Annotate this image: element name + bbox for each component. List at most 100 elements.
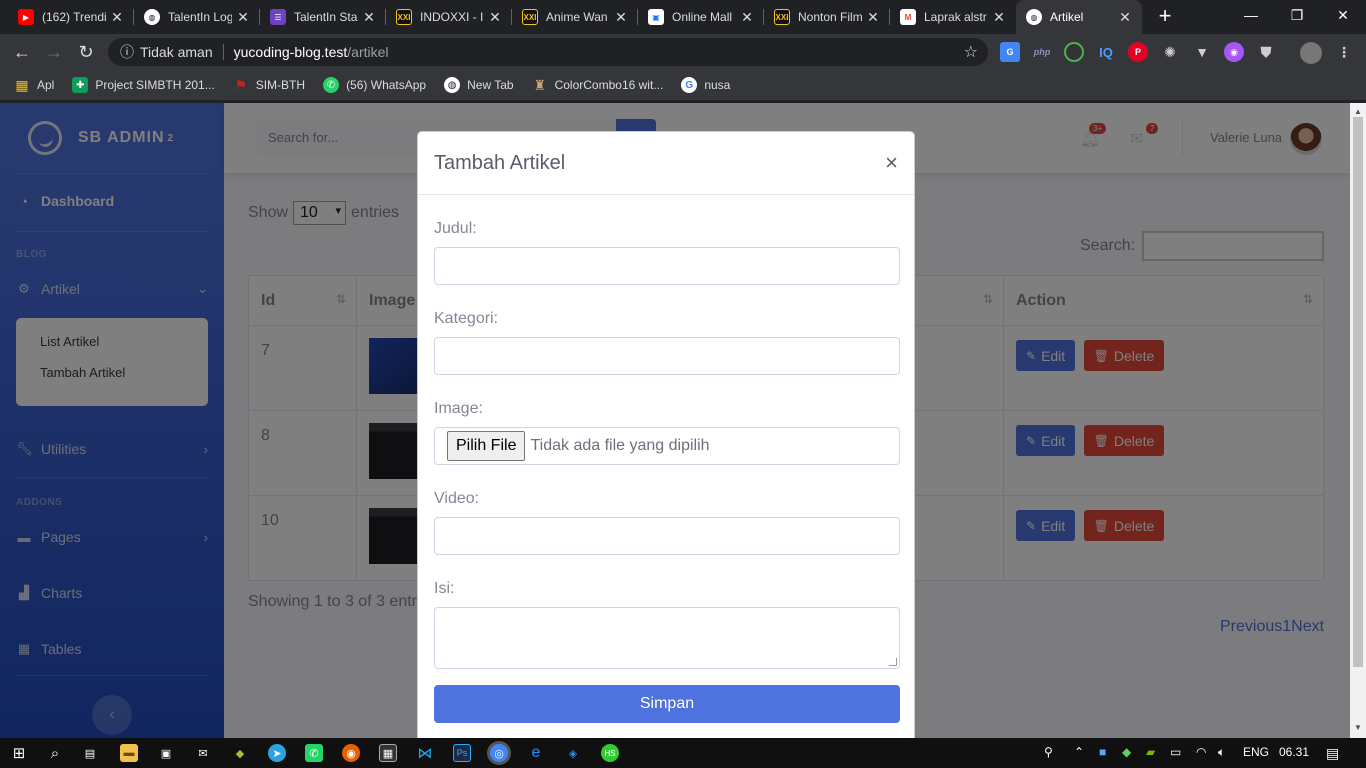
simpan-button[interactable]: Simpan [434,685,900,723]
close-icon[interactable]: ✕ [1118,9,1132,26]
volume-icon[interactable]: 🔈︎ [1218,745,1225,760]
telegram-icon[interactable]: ➤ [268,744,286,762]
tab-strip: ▶ (162) Trendi ✕ ◍ TalentIn Log ✕ ☰ TalentIn … [0,0,1366,34]
photoshop-icon[interactable]: Ps [453,744,471,762]
hs-app-icon[interactable]: HS [601,744,619,762]
info-icon[interactable]: ⓘ [120,42,134,62]
bookmark-apl[interactable]: ▦ Apl [14,77,54,93]
clock[interactable]: 06.31 [1279,745,1309,759]
tab-talentin-sta[interactable]: ☰ TalentIn Sta ✕ [260,0,386,34]
people-icon[interactable]: ⚲ [1044,745,1053,759]
close-icon[interactable]: ✕ [866,9,880,26]
whatsapp-icon[interactable]: ✆ [305,744,323,762]
bookmark-nusa[interactable]: Gnusa [681,77,730,93]
isi-textarea[interactable] [434,607,900,669]
tab-anime[interactable]: XXI Anime Wan ✕ [512,0,638,34]
tray-network-app-icon[interactable]: ◆ [1122,745,1131,759]
app-icon[interactable]: ◈ [564,744,582,762]
profile-avatar-icon[interactable] [1300,42,1322,64]
tab-youtube[interactable]: ▶ (162) Trendi ✕ [8,0,134,34]
window-close-button[interactable]: ✕ [1320,0,1366,32]
tray-chevron-up-icon[interactable]: ⌃ [1074,745,1084,759]
tab-nonton-film[interactable]: XXI Nonton Film ✕ [764,0,890,34]
tray-app-icon[interactable]: ■ [1099,745,1106,759]
vscode-icon[interactable]: ⋈ [416,744,434,762]
xxi-icon: XXI [774,9,790,25]
bookmark-whatsapp[interactable]: ✆ (56) WhatsApp [323,77,426,93]
address-bar[interactable]: ⓘ Tidak aman yucoding-blog.test/artikel … [108,38,988,66]
xxi-icon: XXI [396,9,412,25]
file-status: Tidak ada file yang dipilih [530,437,710,454]
close-icon[interactable]: ✕ [614,9,628,26]
scroll-down-icon[interactable]: ▼ [1354,723,1362,732]
chrome-icon[interactable]: ◎ [490,744,508,762]
search-icon[interactable]: ⌕ [46,744,64,762]
close-icon[interactable]: ✕ [110,9,124,26]
close-icon[interactable]: ✕ [362,9,376,26]
xxi-icon: XXI [522,9,538,25]
vue-extension-icon[interactable]: ▼ [1192,42,1212,62]
kategori-input[interactable] [434,337,900,375]
back-button[interactable]: ← [8,38,36,66]
sheets-icon: ✚ [72,77,89,93]
iq-extension-icon[interactable]: IQ [1096,42,1116,62]
tab-online-mall[interactable]: ▣ Online Mall ✕ [638,0,764,34]
store-icon[interactable]: ▣ [157,744,175,762]
php-extension-icon[interactable]: php [1032,42,1052,62]
page-scrollbar[interactable]: ▲ ▼ [1350,103,1366,738]
tab-gmail[interactable]: M Laprak alstr ✕ [890,0,1016,34]
mail-icon[interactable]: ✉ [194,744,212,762]
tab-artikel[interactable]: ◍ Artikel ✕ [1016,0,1142,34]
close-icon[interactable]: × [885,150,898,176]
scroll-up-icon[interactable]: ▲ [1354,107,1362,116]
nvidia-icon[interactable]: ▰ [1146,745,1155,759]
close-icon[interactable]: ✕ [488,9,502,26]
tab-talentin-log[interactable]: ◍ TalentIn Log ✕ [134,0,260,34]
judul-input[interactable] [434,247,900,285]
modal-body: Judul: Kategori: Image: Pilih File Tidak… [418,220,914,723]
translate-extension-icon[interactable]: G [1000,42,1020,62]
tab-indoxxi[interactable]: XXI INDOXXI - I ✕ [386,0,512,34]
swirl-extension-icon[interactable]: ✺ [1160,42,1180,62]
minimize-button[interactable]: — [1228,0,1274,32]
new-tab-button[interactable]: + [1152,4,1178,30]
bookmark-project-simbth[interactable]: ✚ Project SIMBTH 201... [72,77,215,93]
bookmark-new-tab[interactable]: ◍ New Tab [444,77,514,93]
youtube-icon: ▶ [18,9,34,25]
list-icon: ☰ [270,9,286,25]
windows-start-icon[interactable]: ⊞ [10,744,28,762]
bookmark-star-icon[interactable]: ☆ [964,42,978,62]
battery-icon[interactable]: ▭ [1170,745,1181,759]
gmail-icon: M [900,9,916,25]
media-app-icon[interactable]: ▦ [379,744,397,762]
shield-extension-icon[interactable]: ⛊ [1256,42,1276,62]
modal-header: Tambah Artikel × [418,132,914,195]
image-file-input[interactable]: Pilih File Tidak ada file yang dipilih [434,427,900,465]
judul-label: Judul: [434,220,477,237]
restore-button[interactable]: ❐ [1274,0,1320,32]
close-icon[interactable]: ✕ [992,9,1006,26]
notification-center-icon[interactable]: ▤ [1326,745,1339,762]
edge-icon[interactable]: e [527,744,545,762]
image-label: Image: [434,400,483,417]
close-icon[interactable]: ✕ [236,9,250,26]
scrollbar-thumb[interactable] [1353,117,1363,667]
bookmark-colorcombo[interactable]: ♜ ColorCombo16 wit... [532,77,663,93]
bookmark-sim-bth[interactable]: ⚑ SIM-BTH [233,77,305,93]
firefox-icon[interactable]: ◉ [342,744,360,762]
browser-toolbar: ← → ↻ ⓘ Tidak aman yucoding-blog.test/ar… [0,34,1366,70]
purple-extension-icon[interactable]: ◉ [1224,42,1244,62]
choose-file-button[interactable]: Pilih File [447,431,526,461]
speed-extension-icon[interactable] [1064,42,1084,62]
video-input[interactable] [434,517,900,555]
menu-icon[interactable]: ⋮ [1334,42,1354,62]
task-view-icon[interactable]: ▤ [81,744,99,762]
language-indicator[interactable]: ENG [1243,745,1269,759]
pinterest-icon[interactable]: P [1128,42,1148,62]
android-studio-icon[interactable]: ◆ [231,744,249,762]
reload-button[interactable]: ↻ [72,38,100,66]
file-explorer-icon[interactable]: ▬ [120,744,138,762]
forward-button[interactable]: → [40,38,68,66]
wifi-icon[interactable]: ◠ [1196,745,1206,759]
close-icon[interactable]: ✕ [740,9,754,26]
